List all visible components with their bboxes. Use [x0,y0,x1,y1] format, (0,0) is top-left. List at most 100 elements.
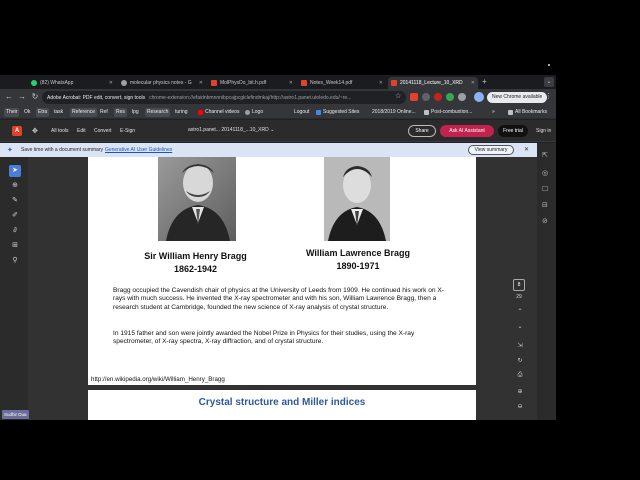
pdf-icon [301,80,307,86]
ask-ai-assistant-button[interactable]: Ask AI Assistant [440,125,494,137]
close-icon[interactable]: ✕ [471,80,475,86]
bookmark-item[interactable]: 2018/2019 Online... [372,108,416,117]
person1-name: Sir William Henry Bragg [144,251,247,261]
portrait-image [324,157,390,241]
share-button[interactable]: Share [408,125,436,137]
update-chrome-button[interactable]: New Chrome available [487,92,548,103]
folder-icon [424,110,429,115]
fit-page-icon[interactable]: ⇲ [514,342,526,349]
free-trial-button[interactable]: Free trial [498,125,528,137]
view-summary-button[interactable]: View summary [468,145,514,155]
tab-pdf-lecture[interactable]: 20141118_Lecture_10_XRD ✕ [388,77,478,89]
browser-toolbar: ← → ↻ Adobe Acrobat: PDF edit, convert, … [0,89,556,106]
file-name-dropdown[interactable]: astro1.panet... 20141118_...10_XRD ⌄ [188,127,274,133]
menu-all-tools[interactable]: All tools [51,128,69,134]
banner-message: Save time with a document summary [21,147,103,153]
bookmark-item[interactable]: Research [145,108,171,117]
current-page-input[interactable]: 8 [513,279,525,291]
acrobat-toolbar: A ✥ All tools Edit Convert E-Sign astro1… [0,120,556,142]
extension-icon[interactable] [422,93,430,101]
whatsapp-icon [31,80,37,86]
pdf-workspace[interactable]: ➤ ⊕ ✎ ✐ ∂ ⊞ ⚲ Sir William Henry Bragg 18… [0,157,537,420]
bookmark-item[interactable]: task [54,108,63,117]
menu-esign[interactable]: E-Sign [120,128,135,134]
bookmark-item[interactable]: Res [114,108,127,117]
tab-pdf-molphys[interactable]: MolPhysDo_bit.h.pdf ✕ [208,77,296,89]
zoom-in-icon[interactable]: ⊕ [514,388,526,395]
comment-icon[interactable]: ☐ [542,185,548,193]
tab-google-doc[interactable]: molecular physics notes - G ✕ [118,77,206,89]
person2-name: William Lawrence Bragg [306,248,410,258]
tab-whatsapp[interactable]: (82) WhatsApp ✕ [28,77,116,89]
sign-in-link[interactable]: Sign in [536,128,551,134]
pdf-icon [211,80,217,86]
rotate-icon[interactable]: ↻ [514,357,526,364]
tab-search-button[interactable]: ⌄ [544,77,554,87]
select-cursor-icon[interactable]: ➤ [9,165,21,177]
globe-icon [245,110,250,115]
menu-edit[interactable]: Edit [77,128,86,134]
bookmark-label: All Bookmarks [515,109,547,115]
attachment-icon[interactable]: ⊘ [542,217,548,225]
close-icon[interactable]: ✕ [109,80,113,86]
bookmark-item[interactable]: Suggested Sites [316,108,359,117]
ai-guidelines-link[interactable]: Generative AI User Guidelines [105,147,172,153]
bookmark-item[interactable]: Post-combustion... [424,108,472,117]
puzzle-icon[interactable] [458,93,466,101]
bookmark-item[interactable]: Reference [70,108,98,117]
draw-pencil-icon[interactable]: ✎ [9,195,21,207]
tab-pdf-notes[interactable]: Notes_Week14.pdf ✕ [298,77,386,89]
bookmark-label: Channel videos [205,109,240,115]
profile-avatar[interactable] [474,92,484,102]
bookmark-item[interactable]: Etra [36,108,50,117]
person1-years: 1862-1942 [173,264,218,274]
bookmark-item[interactable]: Logo [245,108,263,117]
bookmark-item[interactable]: turing [175,108,188,117]
edge-icon [316,110,321,115]
google-icon [121,80,127,86]
bookmark-panel-icon[interactable]: ⊟ [542,201,548,209]
text-box-icon[interactable]: ⊞ [9,240,21,252]
lasso-icon[interactable]: ∂ [9,225,21,237]
zoom-icon[interactable]: ⊕ [9,180,21,192]
bookmark-item[interactable]: Ref [100,108,108,117]
bookmark-item[interactable]: lpg [132,108,139,117]
bookmark-label: Post-combustion... [431,109,473,115]
tools-icon[interactable]: ✥ [32,127,38,135]
zoom-out-icon[interactable]: ⊖ [514,403,526,410]
more-menu-icon[interactable]: ⋮ [545,92,552,100]
reload-icon[interactable]: ↻ [30,92,40,102]
close-icon[interactable]: ✕ [524,146,529,153]
close-icon[interactable]: ✕ [199,80,203,86]
stamp-icon[interactable]: ⚲ [9,255,21,267]
star-icon[interactable]: ☆ [395,92,403,100]
screen: (82) WhatsApp ✕ molecular physics notes … [0,0,640,480]
print-icon[interactable]: ⎙ [514,372,526,379]
bookmark-item[interactable]: Their [4,108,20,117]
new-tab-button[interactable]: + [482,77,487,86]
all-bookmarks-button[interactable]: All Bookmarks [508,108,547,117]
forward-arrow-icon[interactable]: → [17,92,27,102]
youtube-icon [198,110,203,115]
tab-label: (82) WhatsApp [40,80,74,86]
url-text: chrome-extension://efaidnbmnnnibpcajpcgl… [149,94,352,101]
ai-assistant-icon[interactable]: ◎ [542,169,548,177]
address-bar[interactable]: Adobe Acrobat: PDF edit, convert, sign t… [42,91,406,104]
bookmark-item[interactable]: Logout [294,108,309,117]
expand-icon[interactable]: ⇱ [542,151,548,159]
extension-icon[interactable] [434,93,442,101]
bookmark-item[interactable]: Ok [24,108,30,117]
extension-icon[interactable] [446,93,454,101]
bookmark-label: Suggested Sites [323,109,360,115]
chevron-down-icon[interactable]: ⌄ [514,323,526,330]
back-arrow-icon[interactable]: ← [4,92,14,102]
bookmarks-overflow-icon[interactable]: » [492,108,495,117]
bookmark-item[interactable]: Channel videos [198,108,239,117]
acrobat-extension-icon[interactable] [410,93,418,101]
highlight-icon[interactable]: ✐ [9,210,21,222]
close-icon[interactable]: ✕ [289,80,293,86]
acrobat-logo-icon[interactable]: A [12,126,22,136]
menu-convert[interactable]: Convert [94,128,112,134]
close-icon[interactable]: ✕ [379,80,383,86]
chevron-up-icon[interactable]: ⌃ [514,308,526,315]
